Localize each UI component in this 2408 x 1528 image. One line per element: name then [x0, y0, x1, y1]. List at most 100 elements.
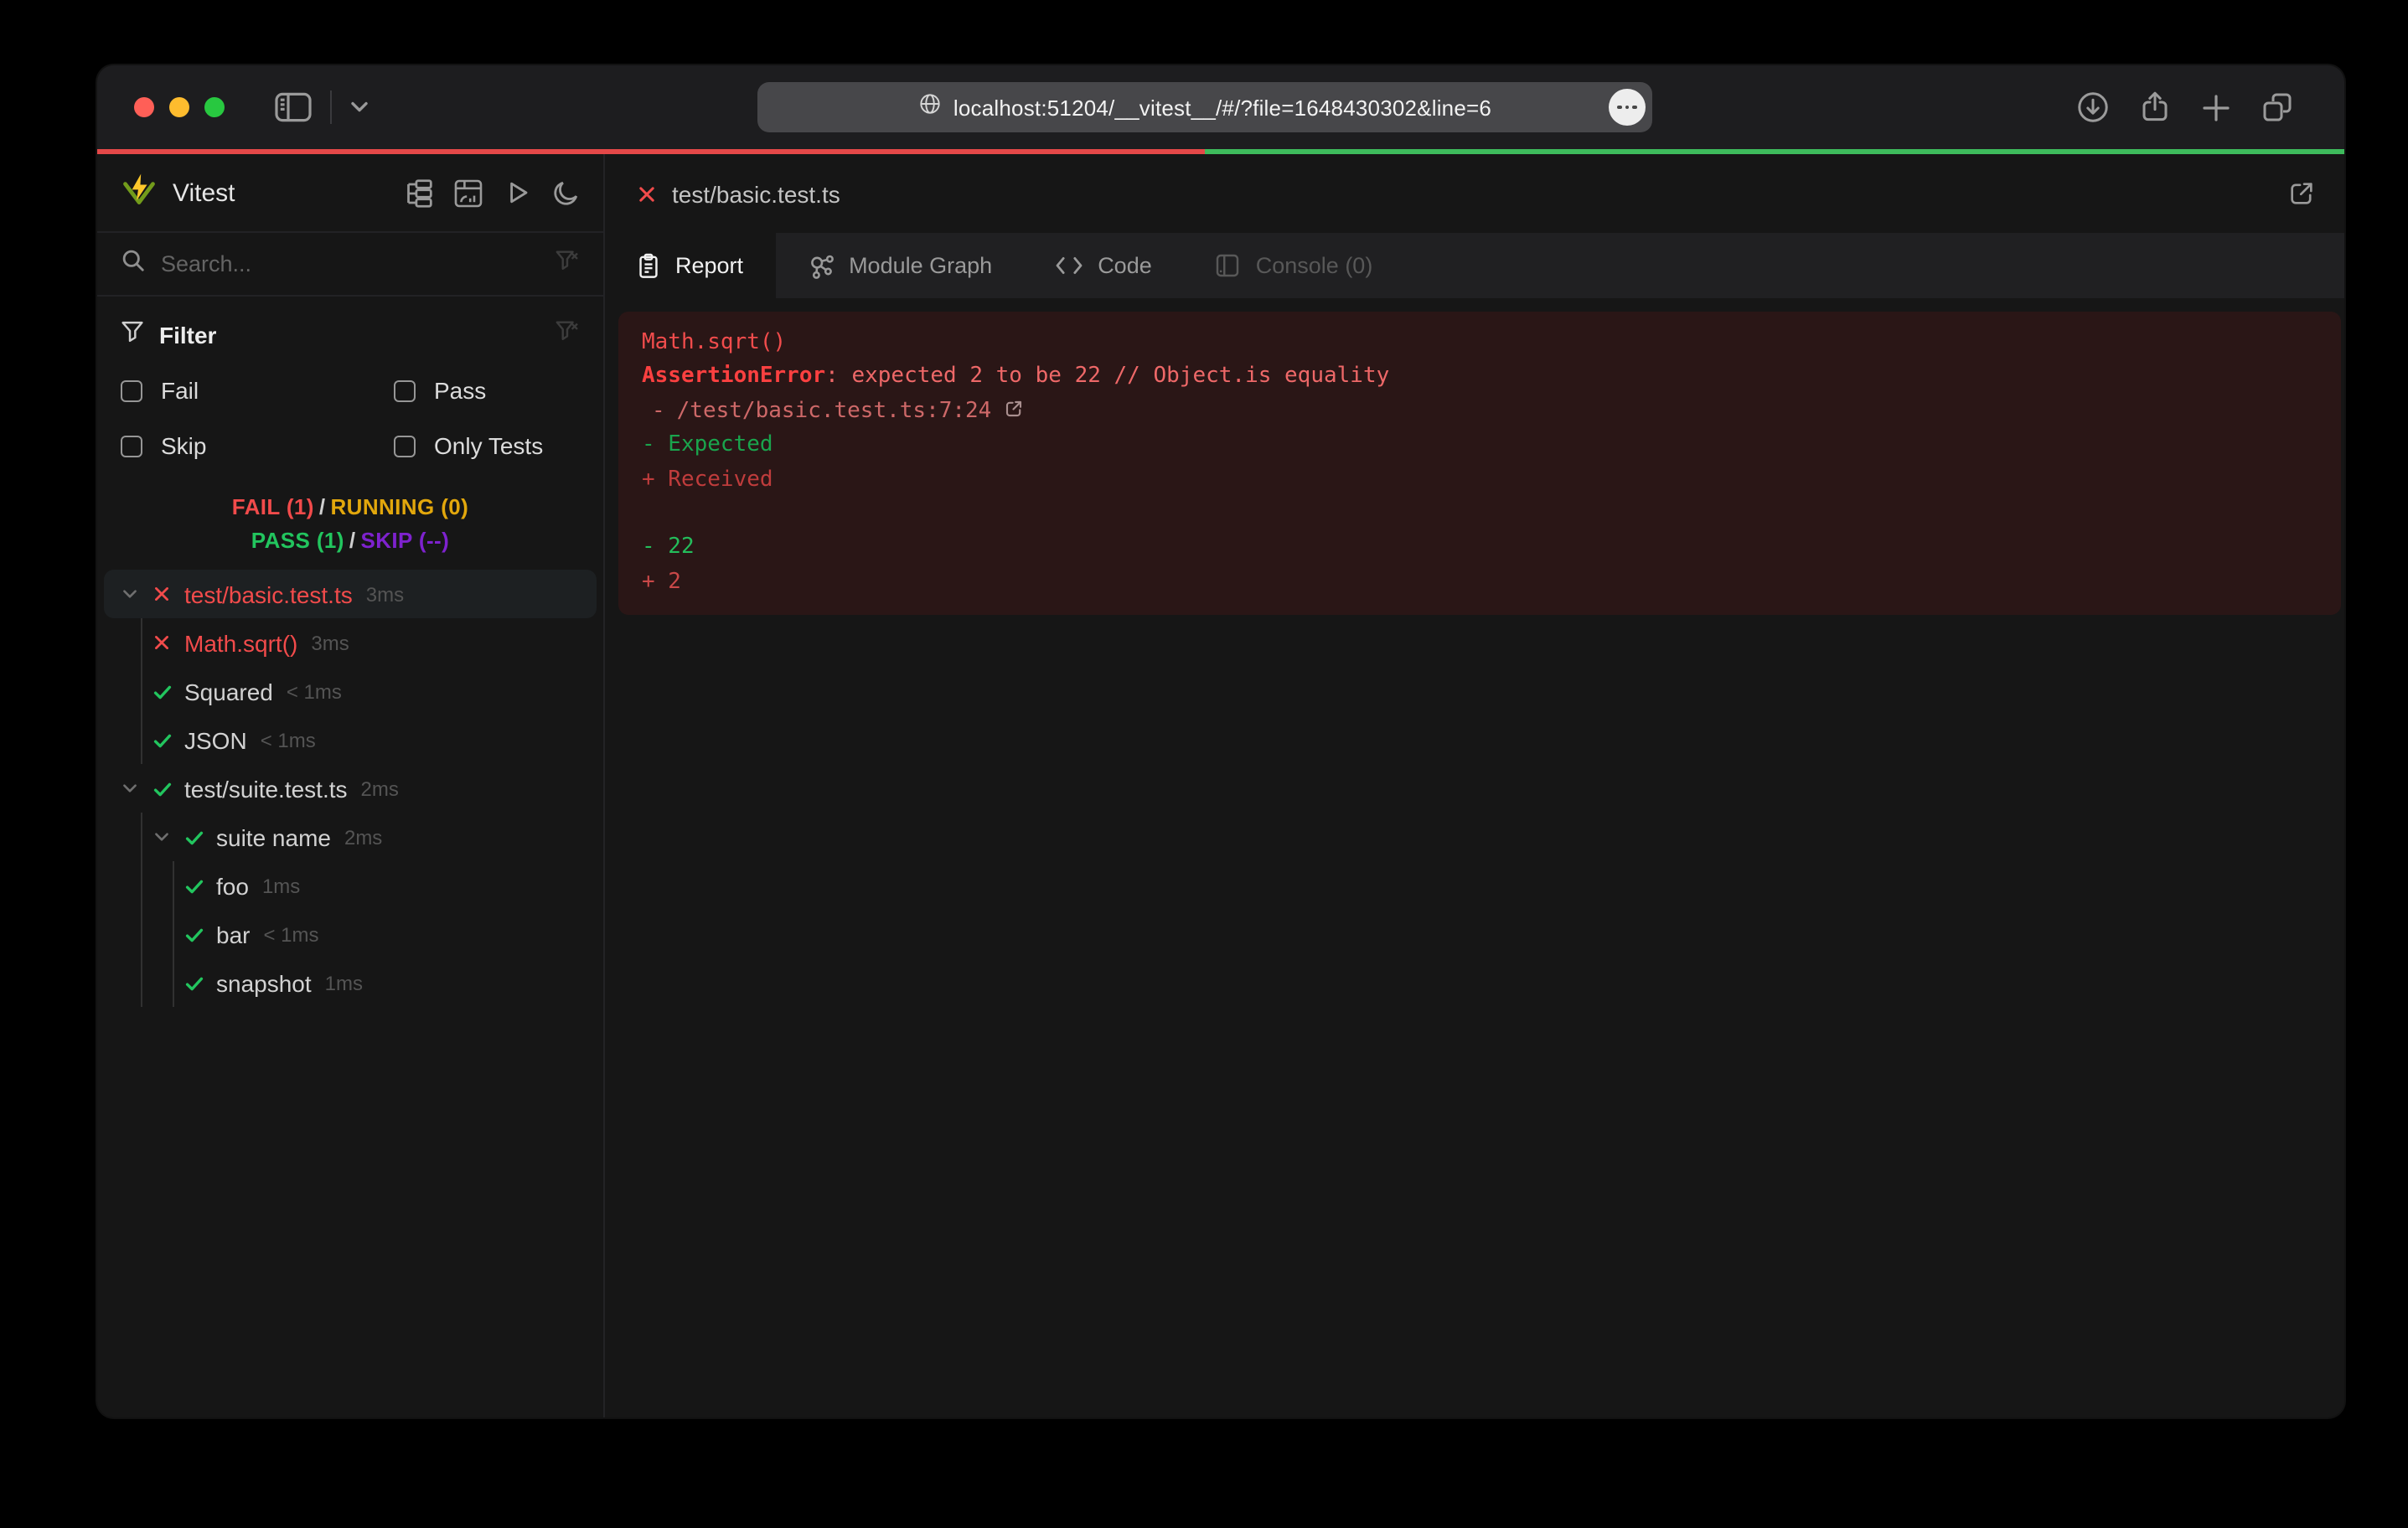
tree-view-icon[interactable] [404, 178, 432, 207]
tree-item-test-suite-test-ts[interactable]: test/suite.test.ts2ms [104, 764, 597, 813]
checkbox-label: Only Tests [434, 432, 543, 459]
pass-check-icon [184, 827, 204, 847]
checkbox-unchecked[interactable] [394, 435, 416, 457]
tree-item-snapshot[interactable]: snapshot1ms [104, 958, 597, 1007]
tab-module-graph[interactable]: Module Graph [775, 233, 1024, 298]
address-bar[interactable]: localhost:51204/__vitest__/#/?file=16484… [757, 82, 1652, 132]
share-icon[interactable] [2138, 90, 2172, 124]
checkbox-label: Pass [434, 377, 486, 404]
run-all-icon[interactable] [504, 179, 531, 206]
page-settings-button[interactable] [1609, 89, 1646, 126]
test-label: Squared [184, 678, 273, 705]
assertion-error-line: AssertionError: expected 2 to be 22 // O… [642, 361, 2318, 395]
dashboard-icon[interactable] [454, 178, 483, 207]
tree-item-json[interactable]: JSON < 1ms [104, 715, 597, 764]
tab-console-0[interactable]: Console (0) [1184, 233, 1405, 298]
filter-option-pass[interactable]: Pass [394, 377, 580, 404]
tab-code[interactable]: Code [1024, 233, 1184, 298]
fail-count: FAIL (1) [232, 494, 314, 519]
search-input[interactable]: Search... [161, 251, 540, 276]
test-summary: FAIL (1)/RUNNING (0) PASS (1)/SKIP (--) [97, 491, 603, 558]
open-in-editor-icon[interactable] [2287, 179, 2316, 208]
chevron-down-icon[interactable] [350, 101, 369, 114]
browser-window: localhost:51204/__vitest__/#/?file=16484… [97, 65, 2344, 1417]
sidebar: Vitest [97, 154, 605, 1417]
test-label: snapshot [216, 969, 312, 996]
tree-item-squared[interactable]: Squared< 1ms [104, 667, 597, 715]
open-location-icon[interactable] [1003, 397, 1023, 431]
test-label: suite name [216, 823, 331, 850]
test-label: test/suite.test.ts [184, 775, 348, 802]
globe-icon [918, 91, 942, 123]
summary-line-2: PASS (1)/SKIP (--) [97, 524, 603, 558]
test-duration: 3ms [366, 582, 404, 606]
test-duration: < 1ms [263, 922, 318, 946]
chevron-down-icon[interactable] [121, 779, 139, 798]
screen: localhost:51204/__vitest__/#/?file=16484… [0, 0, 2408, 1528]
pass-check-icon [152, 778, 173, 798]
new-tab-icon[interactable] [2200, 91, 2232, 123]
diff-line-expected-value: - 22 [642, 532, 2318, 566]
indent-guide [121, 910, 152, 958]
test-label: test/basic.test.ts [184, 581, 353, 607]
minimize-window-button[interactable] [169, 97, 189, 117]
close-window-button[interactable] [134, 97, 154, 117]
tab-overview-icon[interactable] [2261, 90, 2294, 124]
tree-item-test-basic-test-ts[interactable]: test/basic.test.ts 3ms [104, 570, 597, 618]
chevron-down-icon[interactable] [152, 828, 171, 846]
test-label: JSON [184, 726, 247, 753]
diff-line-received-value: + 2 [642, 565, 2318, 600]
console-icon [1216, 253, 1241, 278]
indent-guide [121, 618, 152, 667]
test-label: bar [216, 921, 250, 947]
report-icon [637, 252, 660, 279]
sidebar-toggle-icon[interactable] [275, 92, 312, 122]
filter-option-skip[interactable]: Skip [121, 432, 394, 459]
filter-section-title: Filter [159, 322, 216, 348]
tree-item-bar[interactable]: bar < 1ms [104, 910, 597, 958]
checkbox-unchecked[interactable] [121, 379, 142, 401]
diff-line-received-label: + Received [642, 463, 2318, 498]
dark-mode-icon[interactable] [553, 179, 580, 206]
filter-option-only-tests[interactable]: Only Tests [394, 432, 580, 459]
fail-x-icon [152, 633, 173, 652]
tab-label: Console (0) [1256, 253, 1373, 278]
downloads-icon[interactable] [2076, 90, 2110, 124]
chevron-down-icon[interactable] [121, 585, 139, 603]
checkbox-label: Fail [161, 377, 199, 404]
clear-search-filter-icon[interactable] [555, 247, 580, 281]
tab-label: Code [1098, 253, 1152, 278]
tree-item-math-sqrt[interactable]: Math.sqrt()3ms [104, 618, 597, 667]
checkbox-unchecked[interactable] [121, 435, 142, 457]
zoom-window-button[interactable] [204, 97, 225, 117]
indent-guide [152, 958, 184, 1007]
tab-report[interactable]: Report [605, 233, 775, 298]
url-text: localhost:51204/__vitest__/#/?file=16484… [953, 95, 1491, 120]
vitest-logo-icon [121, 170, 158, 215]
pass-check-icon [152, 681, 173, 701]
clear-filter-icon[interactable] [555, 318, 580, 352]
stack-file-link[interactable]: /test/basic.test.ts:7:24 [677, 399, 992, 424]
error-panel: Math.sqrt() AssertionError: expected 2 t… [618, 312, 2341, 615]
pass-count: PASS (1) [251, 528, 344, 553]
pass-check-icon [184, 875, 204, 896]
tree-item-foo[interactable]: foo1ms [104, 861, 597, 910]
fail-x-icon [637, 183, 657, 204]
indent-guide [121, 861, 152, 910]
test-tree: test/basic.test.ts3msMath.sqrt()3msSquar… [97, 570, 603, 1007]
test-label: foo [216, 872, 249, 899]
test-duration: < 1ms [261, 728, 316, 751]
running-count: RUNNING (0) [330, 494, 468, 519]
fail-x-icon [152, 585, 173, 603]
filter-option-fail[interactable]: Fail [121, 377, 394, 404]
pass-check-icon [152, 730, 173, 750]
indent-guide [121, 715, 152, 764]
checkbox-unchecked[interactable] [394, 379, 416, 401]
test-duration: 3ms [311, 631, 349, 654]
toolbar-divider [330, 90, 332, 124]
tab-label: Report [675, 253, 743, 278]
diff-line-expected-label: - Expected [642, 429, 2318, 463]
summary-line-1: FAIL (1)/RUNNING (0) [97, 491, 603, 524]
tree-item-suite-name[interactable]: suite name2ms [104, 813, 597, 861]
open-file-title: test/basic.test.ts [672, 180, 840, 207]
